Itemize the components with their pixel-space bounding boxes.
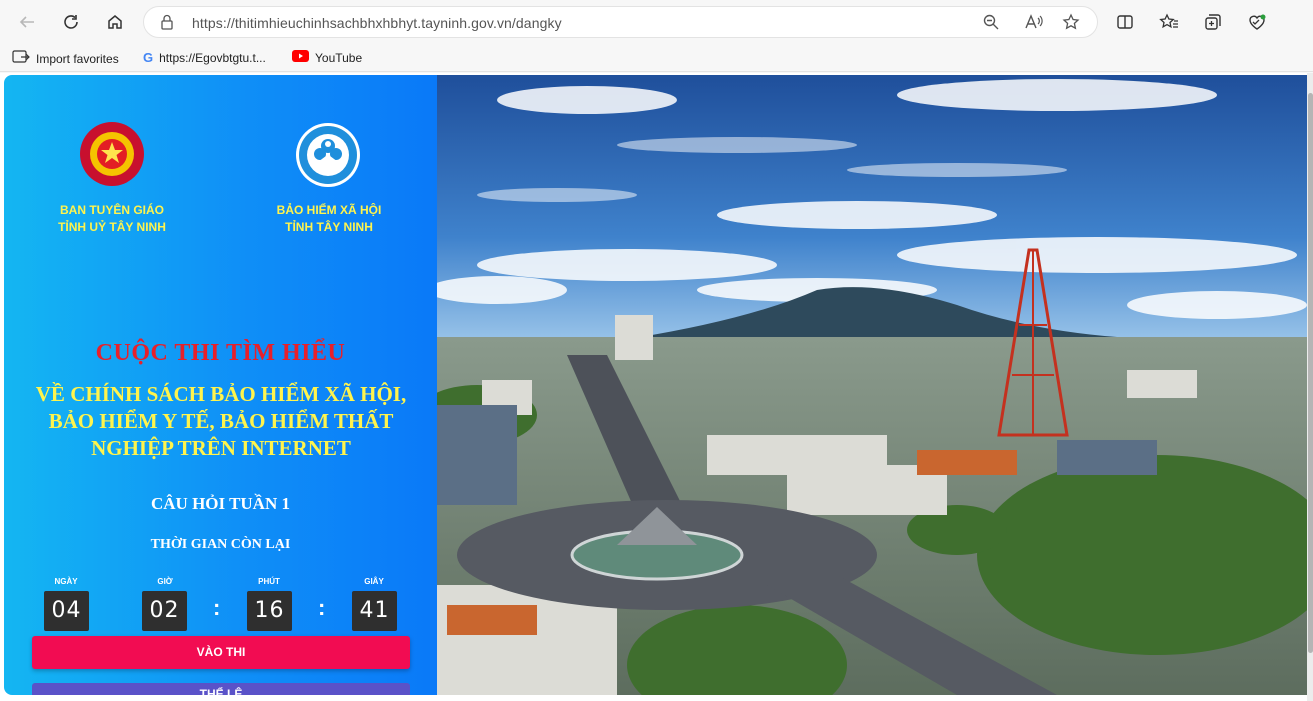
countdown-separator: : <box>213 595 221 620</box>
start-exam-button[interactable]: VÀO THI <box>32 636 410 669</box>
countdown-separator: : <box>318 595 326 620</box>
lock-icon[interactable] <box>160 14 174 35</box>
city-photo <box>437 75 1307 695</box>
url-text[interactable]: https://thitimhieuchinhsachbhxhbhyt.tayn… <box>192 15 562 31</box>
refresh-icon[interactable] <box>56 8 86 36</box>
collections-icon[interactable] <box>1198 8 1228 36</box>
favorites-bar: Import favorites G https://Egovbtgtu.t..… <box>0 44 1313 72</box>
days-value: 04 <box>44 591 89 631</box>
favorite-label: YouTube <box>315 50 363 65</box>
import-icon <box>12 50 30 67</box>
bhxh-logo <box>295 122 361 188</box>
favorite-import[interactable]: Import favorites <box>12 50 119 67</box>
org-left-name: BAN TUYÊN GIÁO TỈNH UỶ TÂY NINH <box>58 203 166 234</box>
time-remaining-label: THỜI GIAN CÒN LẠI <box>150 537 291 552</box>
seconds-value: 41 <box>352 591 397 631</box>
browser-toolbar: https://thitimhieuchinhsachbhxhbhyt.tayn… <box>0 0 1313 44</box>
google-icon: G <box>143 50 154 65</box>
hours-value: 02 <box>142 591 187 631</box>
scrollbar-thumb[interactable] <box>1308 93 1313 653</box>
read-aloud-icon[interactable] <box>1024 13 1044 36</box>
back-icon[interactable] <box>12 8 42 36</box>
minutes-label: PHÚT <box>258 577 280 586</box>
youtube-icon <box>292 50 309 65</box>
favorite-label: https://Egovbtgtu.t... <box>159 50 266 65</box>
hours-label: GIỜ <box>157 577 173 586</box>
favorite-label: Import favorites <box>36 51 119 66</box>
rules-button[interactable]: THỂ LỆ <box>32 683 410 695</box>
home-icon[interactable] <box>100 8 130 36</box>
seconds-label: GIÂY <box>364 577 384 586</box>
week-label: CÂU HỎI TUẦN 1 <box>150 494 290 513</box>
favorite-youtube[interactable]: YouTube <box>292 50 362 65</box>
zoom-icon[interactable] <box>982 13 1000 36</box>
days-label: NGÀY <box>54 577 78 586</box>
browser-essentials-icon[interactable] <box>1242 8 1272 36</box>
contest-panel: BAN TUYÊN GIÁO TỈNH UỶ TÂY NINH BẢO HIỂM… <box>4 75 437 695</box>
favorite-star-icon[interactable] <box>1062 13 1080 36</box>
page-viewport: BAN TUYÊN GIÁO TỈNH UỶ TÂY NINH BẢO HIỂM… <box>0 73 1313 701</box>
split-screen-icon[interactable] <box>1110 8 1140 36</box>
favorite-egov[interactable]: G https://Egovbtgtu.t... <box>143 50 266 65</box>
org-right-name: BẢO HIỂM XÃ HỘI TỈNH TÂY NINH <box>276 203 382 234</box>
contest-subtitle: VỀ CHÍNH SÁCH BẢO HIỂM XÃ HỘI, BẢO HIỂM … <box>35 382 407 460</box>
contest-title: CUỘC THI TÌM HIỂU <box>95 340 346 366</box>
address-bar[interactable]: https://thitimhieuchinhsachbhxhbhyt.tayn… <box>143 6 1098 38</box>
minutes-value: 16 <box>247 591 292 631</box>
tuyen-giao-logo <box>80 122 144 186</box>
favorites-icon[interactable] <box>1154 8 1184 36</box>
